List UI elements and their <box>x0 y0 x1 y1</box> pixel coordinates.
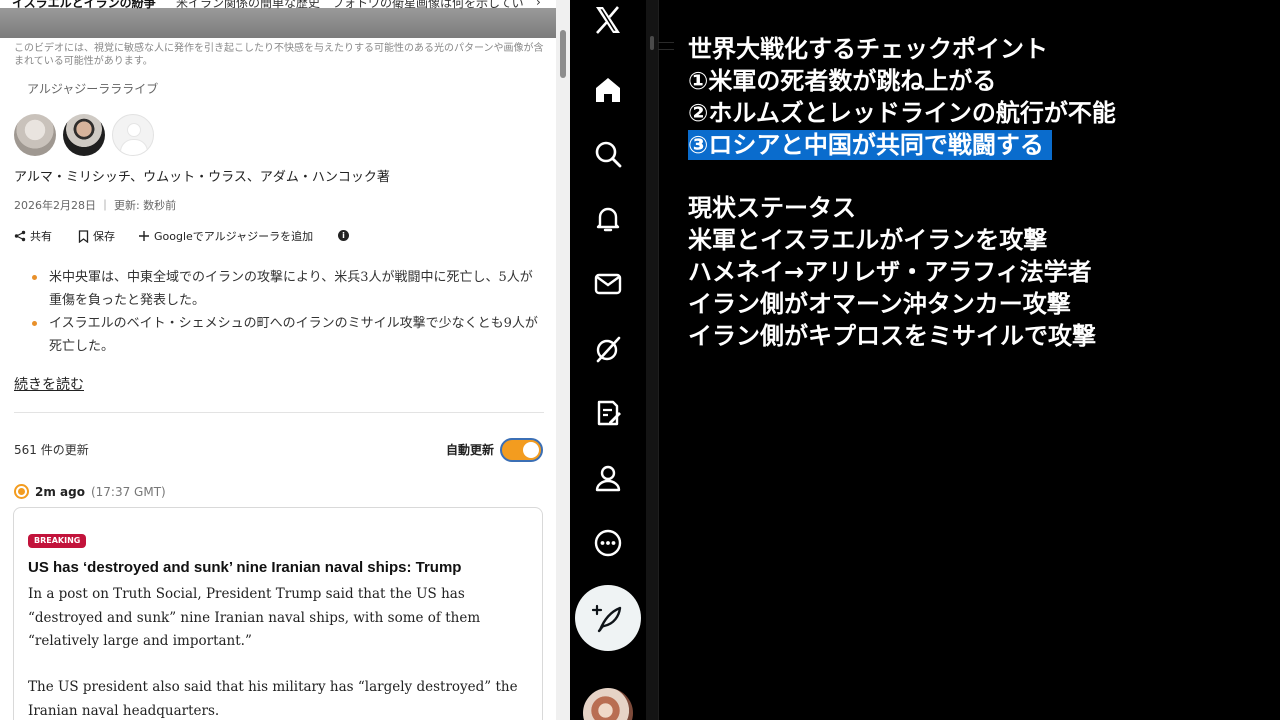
note-status-3: イラン側がオマーン沖タンカー攻撃 <box>688 290 1071 318</box>
note-status-4: イラン側がキプロスをミサイルで攻撃 <box>688 322 1096 350</box>
note-checkpoint-1: ①米軍の死者数が跳ね上がる <box>688 67 997 95</box>
article-date: 2026年2月28日 ｜ 更新: 数秒前 <box>14 199 177 212</box>
share-button[interactable]: 共有 <box>14 228 52 244</box>
drafts-icon[interactable] <box>592 397 624 429</box>
pane-separator <box>658 0 674 720</box>
nav-tab-us-iran-history[interactable]: 米イラン関係の簡単な歴史 フォトワの衛星画像は何を示してい <box>176 0 524 11</box>
chevron-right-icon[interactable]: › <box>536 0 541 9</box>
x-logo-icon[interactable] <box>592 4 624 36</box>
update-headline[interactable]: US has ‘destroyed and sunk’ nine Iranian… <box>28 559 528 576</box>
divider <box>14 412 544 413</box>
share-icon <box>14 230 26 242</box>
pane-separator-mark <box>658 42 674 50</box>
home-icon[interactable] <box>592 74 624 106</box>
auto-update-label: 自動更新 <box>446 443 495 457</box>
add-to-google-label: Googleでアルジャジーラを追加 <box>154 230 314 243</box>
summary-bullets: 米中央軍は、中東全域でのイランの攻撃により、米兵3人が戦闘中に死亡し、5人が重傷… <box>30 266 542 358</box>
time-ago: 2m ago <box>35 484 85 499</box>
note-heading-status: 現状ステータス <box>688 194 856 222</box>
toggle-knob <box>523 442 539 458</box>
article-scrollbar[interactable] <box>556 0 570 720</box>
note-heading-checkpoints: 世界大戦化するチェックポイント <box>688 35 1048 63</box>
notes-panel[interactable]: 世界大戦化するチェックポイント ①米軍の死者数が跳ね上がる ②ホルムズとレッドラ… <box>674 0 1280 720</box>
search-icon[interactable] <box>592 138 624 170</box>
plus-icon <box>139 231 149 241</box>
auto-update-toggle[interactable] <box>500 438 543 462</box>
author-avatar-placeholder[interactable] <box>112 114 154 156</box>
scrollbar-thumb[interactable] <box>560 30 566 78</box>
live-update-card: BREAKING US has ‘destroyed and sunk’ nin… <box>13 507 543 720</box>
hero-image-strip <box>0 8 556 38</box>
note-checkpoint-3-selected: ③ロシアと中国が共同で戦闘する <box>688 130 1052 160</box>
live-indicator-icon <box>14 484 29 499</box>
read-more-link[interactable]: 続きを読む <box>14 374 84 394</box>
notifications-icon[interactable] <box>592 203 624 235</box>
account-avatar[interactable] <box>583 688 633 720</box>
save-button[interactable]: 保存 <box>78 228 115 244</box>
source-label: アルジャジーララライブ <box>27 82 159 96</box>
list-item: イスラエルのベイト・シェメシュの町へのイランのミサイル攻撃で少なくとも9人が死亡… <box>30 312 542 358</box>
compose-post-icon <box>592 604 622 633</box>
scrollbar-thumb[interactable] <box>650 36 654 50</box>
article-pane: イスラエルとイランの紛争 米イラン関係の簡単な歴史 フォトワの衛星画像は何を示し… <box>0 0 556 720</box>
messages-icon[interactable] <box>592 268 624 300</box>
compose-post-button[interactable] <box>575 585 641 651</box>
note-checkpoint-2: ②ホルムズとレッドラインの航行が不能 <box>688 99 1116 127</box>
info-icon[interactable]: i <box>338 230 349 241</box>
more-icon[interactable] <box>592 527 624 559</box>
add-to-google-button[interactable]: Googleでアルジャジーラを追加 <box>138 228 313 244</box>
share-label: 共有 <box>30 230 52 243</box>
topic-nav-bar: イスラエルとイランの紛争 米イラン関係の簡単な歴史 フォトワの衛星画像は何を示し… <box>0 0 556 38</box>
breaking-badge: BREAKING <box>28 534 87 548</box>
save-label: 保存 <box>93 230 115 243</box>
x-sidebar-scrollbar[interactable] <box>646 0 658 720</box>
author-byline: アルマ・ミリシッチ、ウムット・ウラス、アダム・ハンコック著 <box>14 170 390 185</box>
update-paragraph-2: The US president also said that his mili… <box>28 679 518 719</box>
list-item: 米中央軍は、中東全域でのイランの攻撃により、米兵3人が戦闘中に死亡し、5人が重傷… <box>30 266 542 312</box>
author-avatar-2[interactable] <box>63 114 105 156</box>
x-sidebar <box>570 0 646 720</box>
update-paragraph-1: In a post on Truth Social, President Tru… <box>28 586 481 649</box>
nav-tab-israel-iran[interactable]: イスラエルとイランの紛争 <box>12 0 156 11</box>
updates-count: 561 件の更新 <box>14 443 89 457</box>
time-gmt: (17:37 GMT) <box>90 484 166 499</box>
photosensitivity-warning: このビデオには、視覚に敏感な人に発作を引き起こしたり不快感を与えたりする可能性の… <box>14 43 544 67</box>
profile-icon[interactable] <box>592 462 624 494</box>
grok-icon[interactable] <box>592 333 624 365</box>
post-timestamp: 2m ago (17:37 GMT) <box>14 484 166 499</box>
note-status-2: ハメネイ→アリレザ・アラフィ法学者 <box>688 258 1092 286</box>
note-status-1: 米軍とイスラエルがイランを攻撃 <box>688 226 1048 254</box>
bookmark-icon <box>78 229 89 243</box>
author-avatar-1[interactable] <box>14 114 56 156</box>
